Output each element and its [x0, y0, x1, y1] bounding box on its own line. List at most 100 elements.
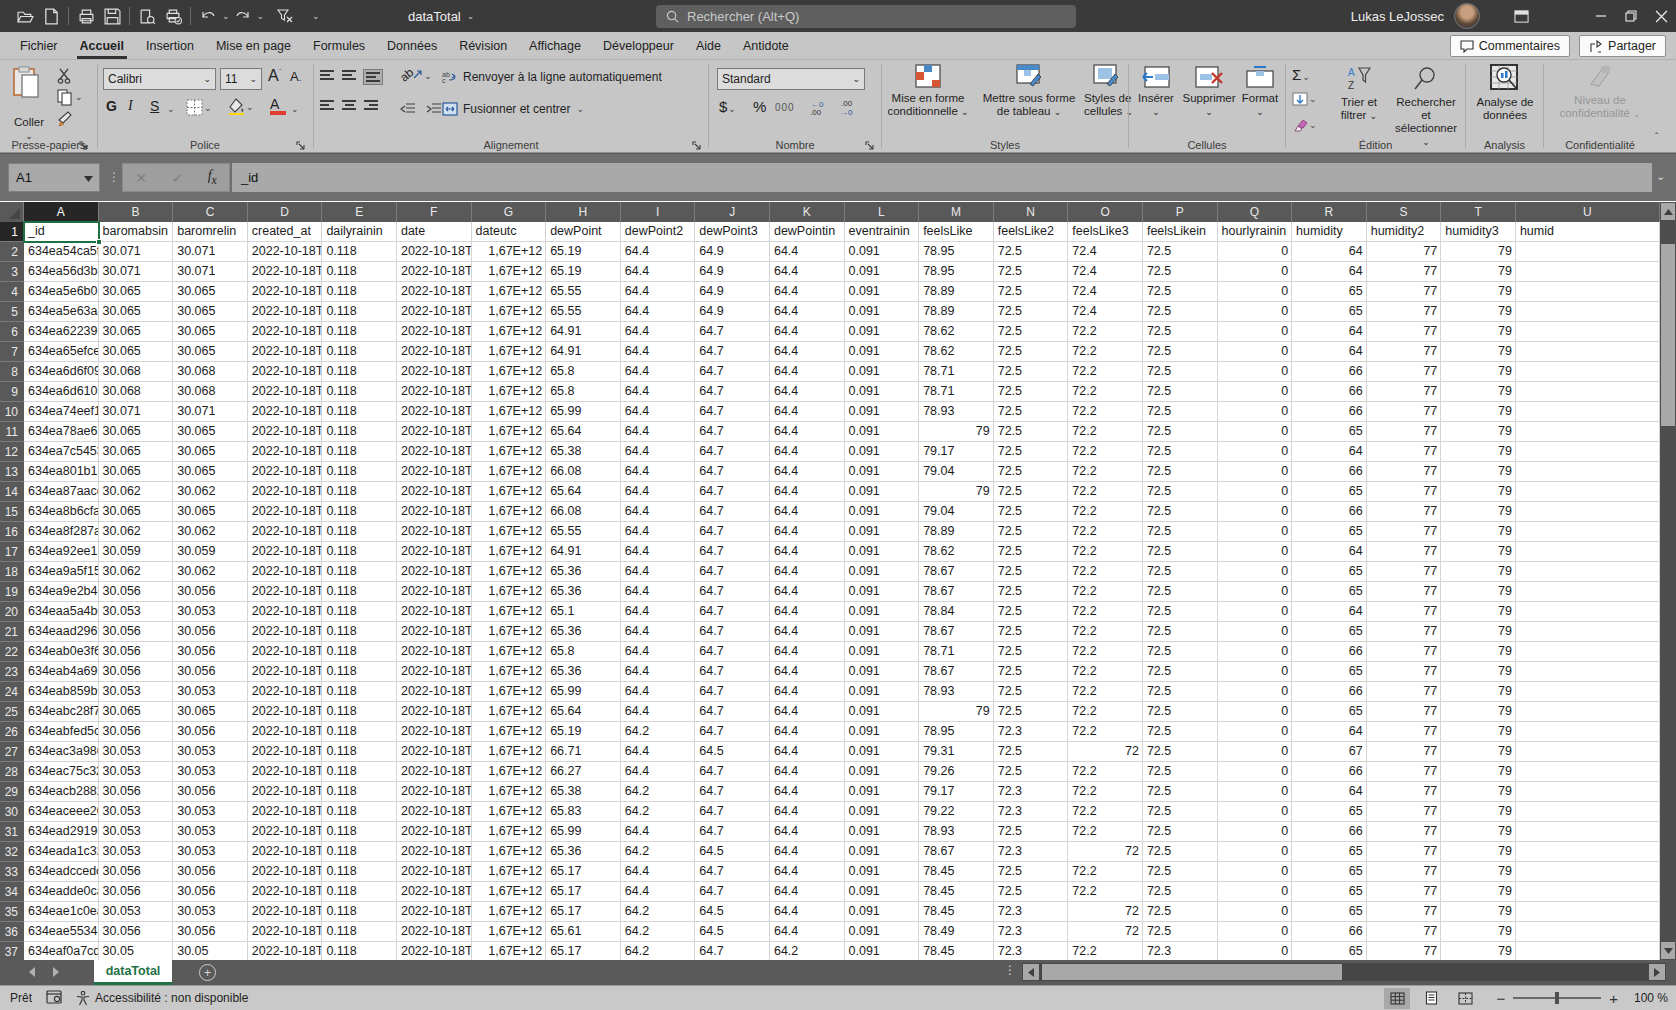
cell-F12[interactable]: 2022-10-18T1	[397, 442, 472, 462]
cell-H8[interactable]: 65.8	[546, 362, 621, 382]
collapse-ribbon-icon[interactable]: ˆ	[1655, 132, 1658, 143]
cell-A15[interactable]: 634ea8b6cfa	[24, 502, 99, 522]
cell-N30[interactable]: 72.3	[994, 802, 1069, 822]
cell-O20[interactable]: 72.2	[1068, 602, 1143, 622]
cell-G17[interactable]: 1,67E+12	[472, 542, 547, 562]
cell-Q11[interactable]: 0	[1218, 422, 1293, 442]
cell-S3[interactable]: 77	[1367, 262, 1442, 282]
font-color-icon[interactable]: A	[270, 96, 286, 115]
cell-Q18[interactable]: 0	[1218, 562, 1293, 582]
cell-J19[interactable]: 64.7	[695, 582, 770, 602]
cell-C12[interactable]: 30.065	[173, 442, 248, 462]
cell-T20[interactable]: 79	[1441, 602, 1516, 622]
cell-G26[interactable]: 1,67E+12	[472, 722, 547, 742]
column-header-P[interactable]: P	[1143, 202, 1218, 222]
cell-E24[interactable]: 0.118	[322, 682, 397, 702]
cell-C16[interactable]: 30.062	[173, 522, 248, 542]
cell-U10[interactable]	[1516, 402, 1660, 422]
cell-M17[interactable]: 78.62	[919, 542, 994, 562]
cell-Q17[interactable]: 0	[1218, 542, 1293, 562]
sheet-tab-datatotal[interactable]: dataTotal	[94, 960, 172, 985]
cell-S37[interactable]: 77	[1367, 942, 1442, 960]
cell-T12[interactable]: 79	[1441, 442, 1516, 462]
cell-T8[interactable]: 79	[1441, 362, 1516, 382]
cell-F5[interactable]: 2022-10-18T1	[397, 302, 472, 322]
cell-M15[interactable]: 79.04	[919, 502, 994, 522]
row-header-20[interactable]: 20	[0, 602, 24, 622]
decrease-decimal-icon[interactable]: .00→0	[839, 98, 861, 120]
cell-O34[interactable]: 72.2	[1068, 882, 1143, 902]
cell-S19[interactable]: 77	[1367, 582, 1442, 602]
cell-E10[interactable]: 0.118	[322, 402, 397, 422]
cell-O10[interactable]: 72.2	[1068, 402, 1143, 422]
cell-O15[interactable]: 72.2	[1068, 502, 1143, 522]
cell-S21[interactable]: 77	[1367, 622, 1442, 642]
cell-S36[interactable]: 77	[1367, 922, 1442, 942]
cell-T9[interactable]: 79	[1441, 382, 1516, 402]
cell-K23[interactable]: 64.4	[770, 662, 845, 682]
cell-C2[interactable]: 30.071	[173, 242, 248, 262]
cell-E14[interactable]: 0.118	[322, 482, 397, 502]
cell-K37[interactable]: 64.2	[770, 942, 845, 960]
cell-G33[interactable]: 1,67E+12	[472, 862, 547, 882]
cell-N4[interactable]: 72.5	[994, 282, 1069, 302]
cell-E1[interactable]: dailyrainin	[322, 222, 397, 242]
cell-H37[interactable]: 65.17	[546, 942, 621, 960]
cell-F16[interactable]: 2022-10-18T1	[397, 522, 472, 542]
cell-C36[interactable]: 30.056	[173, 922, 248, 942]
cell-R15[interactable]: 66	[1292, 502, 1367, 522]
cell-S28[interactable]: 77	[1367, 762, 1442, 782]
cell-L19[interactable]: 0.091	[845, 582, 920, 602]
cell-L9[interactable]: 0.091	[845, 382, 920, 402]
cell-B18[interactable]: 30.062	[99, 562, 174, 582]
cell-U27[interactable]	[1516, 742, 1660, 762]
cell-J31[interactable]: 64.7	[695, 822, 770, 842]
cell-P23[interactable]: 72.5	[1143, 662, 1218, 682]
cell-L5[interactable]: 0.091	[845, 302, 920, 322]
cell-D7[interactable]: 2022-10-18T1	[248, 342, 323, 362]
cell-I2[interactable]: 64.4	[621, 242, 696, 262]
cell-D15[interactable]: 2022-10-18T1	[248, 502, 323, 522]
cell-H14[interactable]: 65.64	[546, 482, 621, 502]
cell-D23[interactable]: 2022-10-18T1	[248, 662, 323, 682]
cell-K32[interactable]: 64.4	[770, 842, 845, 862]
cell-P17[interactable]: 72.5	[1143, 542, 1218, 562]
cell-A10[interactable]: 634ea74eef1	[24, 402, 99, 422]
cell-P32[interactable]: 72.5	[1143, 842, 1218, 862]
cell-M4[interactable]: 78.89	[919, 282, 994, 302]
cell-S31[interactable]: 77	[1367, 822, 1442, 842]
cell-P4[interactable]: 72.5	[1143, 282, 1218, 302]
page-layout-view-button[interactable]	[1418, 988, 1444, 1009]
cell-D3[interactable]: 2022-10-18T1	[248, 262, 323, 282]
cell-S18[interactable]: 77	[1367, 562, 1442, 582]
underline-dropdown-icon[interactable]: ⌄	[167, 104, 175, 114]
cell-T5[interactable]: 79	[1441, 302, 1516, 322]
cell-H23[interactable]: 65.36	[546, 662, 621, 682]
dialog-launcher-icon[interactable]	[692, 138, 704, 150]
cell-H12[interactable]: 65.38	[546, 442, 621, 462]
cell-L17[interactable]: 0.091	[845, 542, 920, 562]
horizontal-scroll-thumb[interactable]	[1042, 964, 1342, 980]
cell-R33[interactable]: 65	[1292, 862, 1367, 882]
cell-F14[interactable]: 2022-10-18T1	[397, 482, 472, 502]
cell-I14[interactable]: 64.4	[621, 482, 696, 502]
cell-D5[interactable]: 2022-10-18T1	[248, 302, 323, 322]
cell-Q15[interactable]: 0	[1218, 502, 1293, 522]
cell-U12[interactable]	[1516, 442, 1660, 462]
cell-N1[interactable]: feelsLike2	[994, 222, 1069, 242]
cell-R24[interactable]: 66	[1292, 682, 1367, 702]
cell-P12[interactable]: 72.5	[1143, 442, 1218, 462]
cell-M25[interactable]: 79	[919, 702, 994, 722]
cell-L27[interactable]: 0.091	[845, 742, 920, 762]
cell-K2[interactable]: 64.4	[770, 242, 845, 262]
cell-K36[interactable]: 64.4	[770, 922, 845, 942]
cell-Q6[interactable]: 0	[1218, 322, 1293, 342]
cell-C21[interactable]: 30.056	[173, 622, 248, 642]
cell-N32[interactable]: 72.3	[994, 842, 1069, 862]
column-header-J[interactable]: J	[695, 202, 770, 222]
cell-B23[interactable]: 30.056	[99, 662, 174, 682]
cell-A21[interactable]: 634eaad296f	[24, 622, 99, 642]
cell-E30[interactable]: 0.118	[322, 802, 397, 822]
cell-C18[interactable]: 30.062	[173, 562, 248, 582]
cell-E15[interactable]: 0.118	[322, 502, 397, 522]
